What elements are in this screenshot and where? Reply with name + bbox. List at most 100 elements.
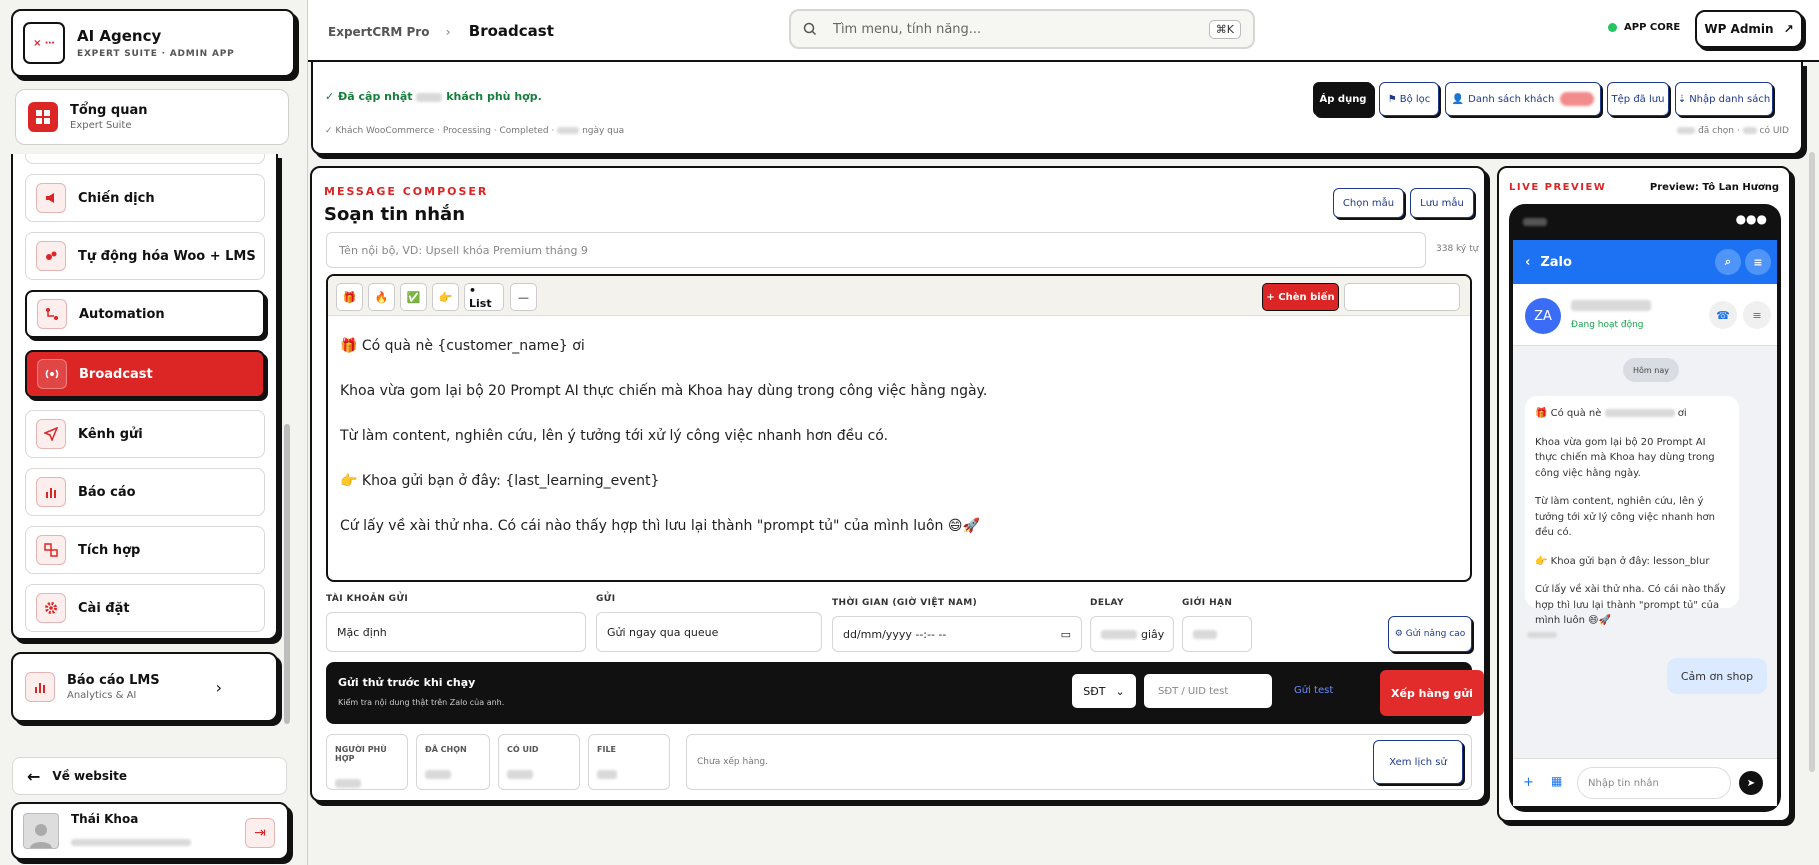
- user-email-redacted: [71, 838, 191, 846]
- sidebar-item-settings[interactable]: Cài đặt: [25, 584, 265, 632]
- sidebar-item-woo-lms[interactable]: Tự động hóa Woo + LMS: [25, 232, 265, 280]
- redacted-timestamp: [1527, 632, 1557, 638]
- bar-chart-icon: [25, 672, 55, 702]
- preview-kicker: LIVE PREVIEW: [1509, 182, 1607, 193]
- filter-button[interactable]: ⚑ Bộ lọc: [1379, 82, 1439, 116]
- redacted-days: [557, 127, 580, 134]
- wp-admin-button[interactable]: WP Admin ↗: [1695, 10, 1803, 48]
- sidebar-item-label: Cài đặt: [78, 600, 130, 616]
- plus-icon[interactable]: +: [1523, 775, 1534, 790]
- variable-search-input[interactable]: [1344, 283, 1460, 311]
- sidebar-item-campaigns[interactable]: Chiến dịch: [25, 174, 265, 222]
- sidebar-item-automation[interactable]: Automation: [25, 290, 265, 338]
- limit-label: GIỚI HẠN: [1182, 598, 1233, 608]
- search-input[interactable]: Tìm menu, tính năng... ⌘K: [789, 9, 1255, 49]
- phone-icon[interactable]: ☎: [1709, 301, 1737, 329]
- search-icon[interactable]: ⌕: [1715, 249, 1741, 275]
- account-select[interactable]: Mặc định: [326, 612, 586, 652]
- back-arrow-icon[interactable]: ‹: [1525, 255, 1530, 270]
- brand-subtitle: EXPERT SUITE · ADMIN APP: [77, 49, 235, 59]
- queue-send-button[interactable]: Xếp hàng gửi: [1380, 670, 1484, 716]
- apply-button[interactable]: Áp dụng: [1313, 82, 1373, 116]
- flag-icon: ⚑: [1387, 93, 1397, 105]
- logout-icon[interactable]: ⇥: [245, 818, 275, 848]
- check-emoji-button[interactable]: ✅: [400, 283, 427, 311]
- point-emoji-button[interactable]: 👉: [432, 283, 459, 311]
- menu-icon[interactable]: ≡: [1745, 249, 1771, 275]
- chat-message-input[interactable]: Nhập tin nhắn: [1577, 767, 1731, 799]
- sidebar-item-reports[interactable]: Báo cáo: [25, 468, 265, 516]
- list-icon[interactable]: ≡: [1743, 301, 1771, 329]
- sidebar-item-label: Chiến dịch: [78, 190, 155, 206]
- advanced-send-button[interactable]: ⚙ Gửi nâng cao: [1388, 616, 1472, 652]
- sidebar-item-overview[interactable]: Tổng quan Expert Suite: [15, 89, 289, 145]
- delay-input[interactable]: giây: [1090, 616, 1174, 652]
- breadcrumb-parent[interactable]: ExpertCRM Pro: [328, 25, 429, 39]
- integration-icon: [36, 535, 66, 565]
- account-label: TÀI KHOẢN GỬI: [326, 594, 409, 604]
- redacted-count: [416, 92, 443, 102]
- bubble-suffix: ơi: [1677, 408, 1687, 419]
- lms-report-card[interactable]: Báo cáo LMS Analytics & AI ›: [11, 652, 278, 722]
- import-list-button[interactable]: ⇣ Nhập danh sách: [1675, 82, 1773, 116]
- sidebar: × ⋯ AI Agency EXPERT SUITE · ADMIN APP T…: [0, 0, 308, 865]
- breadcrumb: ExpertCRM Pro › Broadcast: [328, 22, 554, 40]
- send-mode-select[interactable]: Gửi ngay qua queue: [596, 612, 822, 652]
- campaign-name-input[interactable]: Tên nội bộ, VD: Upsell khóa Premium thán…: [326, 232, 1426, 268]
- sidebar-item-label: Automation: [79, 306, 165, 322]
- send-mode-label: GỬI: [596, 594, 616, 604]
- dashboard-icon: [28, 102, 58, 132]
- arrow-left-icon: ←: [27, 766, 41, 786]
- qr-icon[interactable]: ▦: [1551, 774, 1562, 788]
- list-button[interactable]: • List: [464, 283, 504, 311]
- sidebar-item-integrations[interactable]: Tích hợp: [25, 526, 265, 574]
- divider-button[interactable]: —: [510, 283, 537, 311]
- saved-files-button[interactable]: Tệp đã lưu: [1607, 82, 1669, 116]
- overview-subtitle: Expert Suite: [70, 120, 132, 131]
- view-history-button[interactable]: Xem lịch sử: [1373, 740, 1463, 784]
- message-editor[interactable]: 🎁 🔥 ✅ 👉 • List — + Chèn biến 🎁 Có quà nè…: [326, 274, 1472, 582]
- save-template-button[interactable]: Lưu mẫu: [1410, 188, 1474, 218]
- sidebar-item-broadcast[interactable]: Broadcast: [25, 350, 265, 398]
- filter-success-message: ✓ Đã cập nhật khách phù hợp.: [325, 90, 542, 103]
- send-icon: [36, 419, 66, 449]
- editor-body[interactable]: 🎁 Có quà nè {customer_name} ơi Khoa vừa …: [328, 316, 1470, 536]
- redacted-contact-name: [1571, 300, 1651, 311]
- msg-part-b: khách phù hợp.: [446, 90, 542, 103]
- redacted-time: [1523, 218, 1547, 226]
- bubble-line: 🎁 Có quà nè ơi: [1535, 406, 1729, 422]
- gift-emoji-button[interactable]: 🎁: [336, 283, 363, 311]
- sidebar-item-channels[interactable]: Kênh gửi: [25, 410, 265, 458]
- send-icon[interactable]: ➤: [1739, 771, 1763, 795]
- brand-title: AI Agency: [77, 27, 162, 45]
- back-to-website-link[interactable]: ← Về website: [12, 757, 287, 795]
- schedule-datetime-input[interactable]: dd/mm/yyyy --:-- -- ▭: [832, 616, 1082, 652]
- sidebar-scrollbar[interactable]: [283, 154, 291, 734]
- message-line: Khoa vừa gom lại bộ 20 Prompt AI thực ch…: [340, 383, 988, 399]
- page-scrollbar[interactable]: [1808, 62, 1816, 862]
- stat-has-uid: CÓ UID: [498, 734, 580, 790]
- chat-input-bar: + ▦ Nhập tin nhắn ➤: [1513, 758, 1777, 806]
- limit-input[interactable]: [1182, 616, 1252, 652]
- customer-list-button[interactable]: 👤 Danh sách khách: [1445, 82, 1601, 116]
- insert-variable-button[interactable]: + Chèn biến: [1262, 283, 1339, 311]
- zalo-title: Zalo: [1540, 254, 1572, 270]
- sidebar-nav: Chiến dịch Tự động hóa Woo + LMS Automat…: [11, 154, 278, 640]
- brand-logo: × ⋯: [23, 22, 65, 64]
- brand-card[interactable]: × ⋯ AI Agency EXPERT SUITE · ADMIN APP: [11, 9, 295, 77]
- sidebar-item-label: Tích hợp: [78, 542, 141, 558]
- redacted-limit: [1193, 629, 1217, 639]
- message-line: 🎁 Có quà nè {customer_name} ơi: [340, 338, 585, 354]
- sidebar-item-label: Tự động hóa Woo + LMS: [78, 248, 256, 264]
- flow-icon: [37, 299, 67, 329]
- test-channel-select[interactable]: SĐT ⌄: [1072, 674, 1136, 708]
- test-uid-input[interactable]: SĐT / UID test: [1144, 674, 1272, 708]
- user-card: Thái Khoa ⇥: [11, 802, 289, 860]
- fire-emoji-button[interactable]: 🔥: [368, 283, 395, 311]
- test-send-bar: Gửi thử trước khi chạy Kiểm tra nội dung…: [326, 662, 1484, 724]
- send-test-button[interactable]: Gửi test: [1294, 685, 1333, 696]
- choose-template-button[interactable]: Chọn mẫu: [1333, 188, 1404, 218]
- user-icon: 👤: [1451, 93, 1465, 105]
- summary-part-b: ngày qua: [582, 126, 625, 136]
- bubble-line: 👉 Khoa gửi bạn ở đây: lesson_blur: [1535, 555, 1710, 567]
